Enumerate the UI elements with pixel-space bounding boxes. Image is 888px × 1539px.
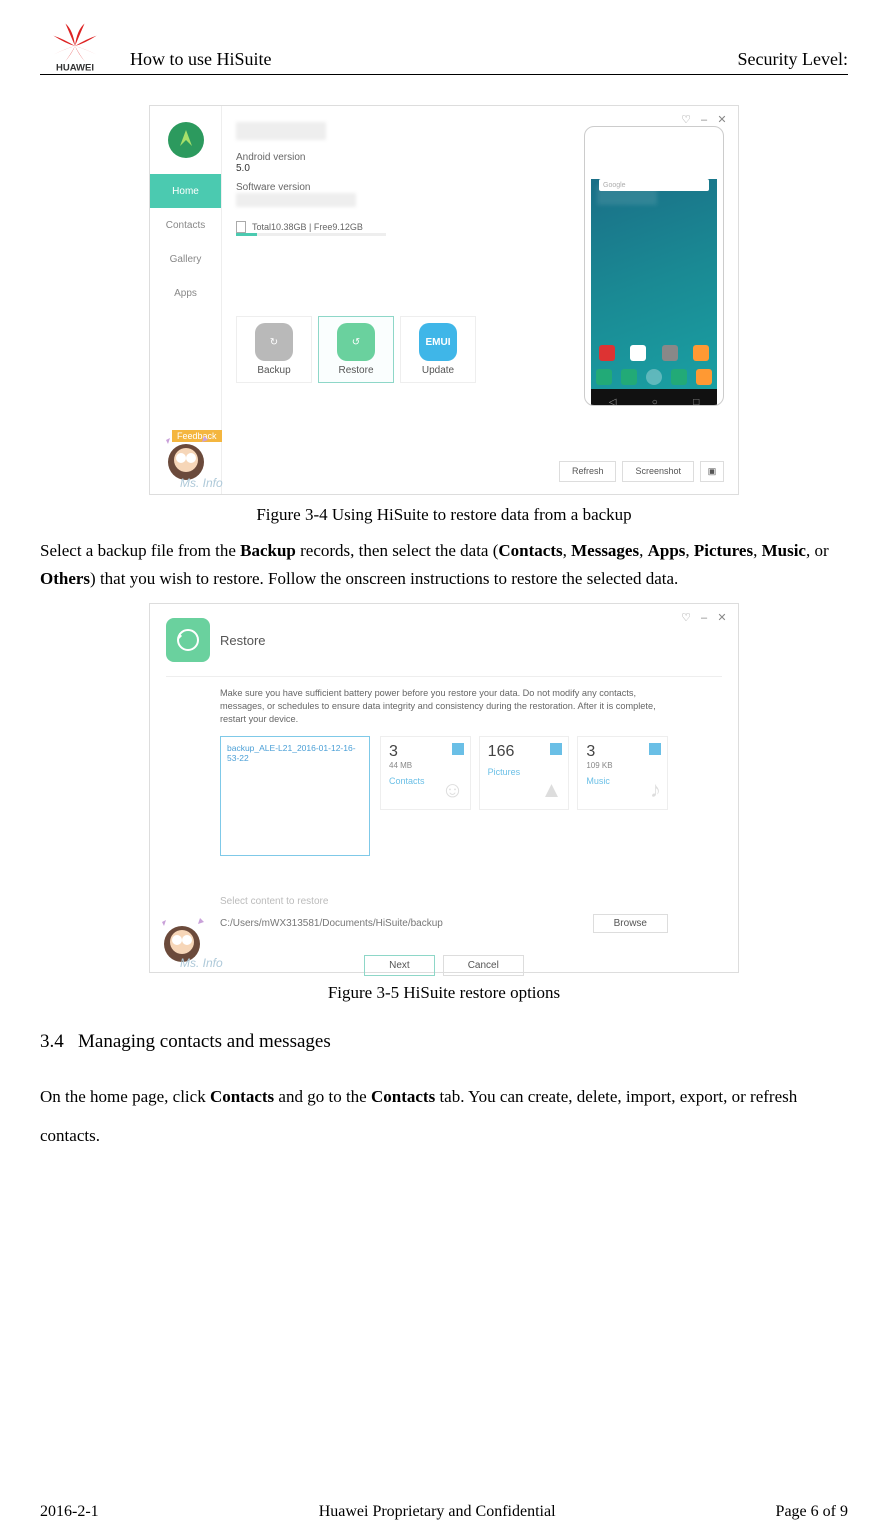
hisuite-logo-icon [150, 106, 221, 174]
restore-icon [166, 618, 210, 662]
sidebar-item-apps[interactable]: Apps [150, 276, 221, 310]
screenshot-button[interactable]: Screenshot [622, 461, 694, 482]
restore-card-music[interactable]: 3 109 KB Music ♪ [577, 736, 668, 810]
app-icon [630, 345, 646, 361]
update-icon: EMUI [419, 323, 457, 361]
sidebar-item-contacts[interactable]: Contacts [150, 208, 221, 242]
doc-title: How to use HiSuite [130, 49, 738, 72]
backup-file-item[interactable]: backup_ALE-L21_2016-01-12-16-53-22 [220, 736, 370, 856]
figure-3-5: ♡ – ✕ Restore Make sure you have suffici… [149, 603, 739, 973]
doc-footer: 2016-2-1 Huawei Proprietary and Confiden… [40, 1503, 848, 1521]
close-icon[interactable]: ✕ [716, 114, 728, 126]
storage-bar [236, 233, 386, 236]
paragraph-backup-instructions: Select a backup file from the Backup rec… [40, 537, 848, 593]
restore-card-pictures[interactable]: 166 Pictures ▲ [479, 736, 570, 810]
dock-phone-icon [596, 369, 612, 385]
restore-card-contacts[interactable]: 3 44 MB Contacts ☺ [380, 736, 471, 810]
next-button[interactable]: Next [364, 955, 435, 976]
footer-page: Page 6 of 9 [776, 1503, 848, 1521]
storage-icon [236, 221, 246, 233]
nav-home-icon: ○ [652, 397, 658, 407]
minimize-icon[interactable]: – [698, 612, 710, 624]
hisuite-home-window: Home Contacts Gallery Apps ♡ – ✕ Android… [149, 105, 739, 495]
checkbox-icon[interactable] [550, 743, 562, 755]
sidebar-item-home[interactable]: Home [150, 174, 221, 208]
restore-warning: Make sure you have sufficient battery po… [150, 677, 738, 736]
storage-text: Total10.38GB | Free9.12GB [252, 222, 363, 232]
dock-apps-icon [646, 369, 662, 385]
cancel-button[interactable]: Cancel [443, 955, 524, 976]
phone-preview: Google [584, 126, 724, 406]
contact-icon: ☺ [441, 777, 463, 803]
close-icon[interactable]: ✕ [716, 612, 728, 624]
backup-icon: ↻ [255, 323, 293, 361]
security-level-label: Security Level: [738, 49, 848, 72]
app-icon [693, 345, 709, 361]
restore-icon: ↺ [337, 323, 375, 361]
backup-button[interactable]: ↻ Backup [236, 316, 312, 383]
picture-icon: ▲ [541, 777, 563, 803]
device-name-blurred [236, 122, 326, 140]
software-version-blurred [236, 193, 356, 207]
heart-icon[interactable]: ♡ [680, 114, 692, 126]
music-icon: ♪ [650, 777, 661, 803]
sidebar-item-gallery[interactable]: Gallery [150, 242, 221, 276]
hisuite-restore-window: ♡ – ✕ Restore Make sure you have suffici… [149, 603, 739, 973]
dock-messages-icon [671, 369, 687, 385]
camera-icon-button[interactable]: ▣ [700, 461, 724, 482]
app-icon [662, 345, 678, 361]
huawei-logo: HUAWEI [40, 20, 110, 72]
figure-3-4-caption: Figure 3-4 Using HiSuite to restore data… [40, 505, 848, 525]
ms-info-label: Ms. Info [180, 956, 223, 970]
checkbox-icon[interactable] [649, 743, 661, 755]
section-3-4-heading: 3.4 Managing contacts and messages [40, 1031, 848, 1053]
minimize-icon[interactable]: – [698, 114, 710, 126]
dock-contacts-icon [621, 369, 637, 385]
checkbox-icon[interactable] [452, 743, 464, 755]
ms-info-label: Ms. Info [180, 476, 223, 490]
heart-icon[interactable]: ♡ [680, 612, 692, 624]
app-icon [599, 345, 615, 361]
restore-button[interactable]: ↺ Restore [318, 316, 394, 383]
restore-title: Restore [220, 633, 266, 648]
nav-back-icon: ◁ [609, 397, 617, 407]
dock-browser-icon [696, 369, 712, 385]
footer-center: Huawei Proprietary and Confidential [319, 1503, 556, 1521]
window-controls: ♡ – ✕ [680, 114, 728, 126]
nav-recent-icon: □ [693, 397, 699, 407]
select-content-label: Select content to restore [150, 856, 738, 911]
figure-3-5-caption: Figure 3-5 HiSuite restore options [40, 983, 848, 1003]
browse-button[interactable]: Browse [593, 914, 668, 933]
update-button[interactable]: EMUI Update [400, 316, 476, 383]
refresh-button[interactable]: Refresh [559, 461, 617, 482]
svg-text:HUAWEI: HUAWEI [56, 62, 94, 72]
backup-path: C:/Users/mWX313581/Documents/HiSuite/bac… [220, 918, 443, 929]
doc-header: HUAWEI How to use HiSuite Security Level… [40, 20, 848, 75]
figure-3-4: Home Contacts Gallery Apps ♡ – ✕ Android… [149, 105, 739, 495]
paragraph-contacts-instructions: On the home page, click Contacts and go … [40, 1077, 848, 1155]
footer-date: 2016-2-1 [40, 1503, 99, 1521]
